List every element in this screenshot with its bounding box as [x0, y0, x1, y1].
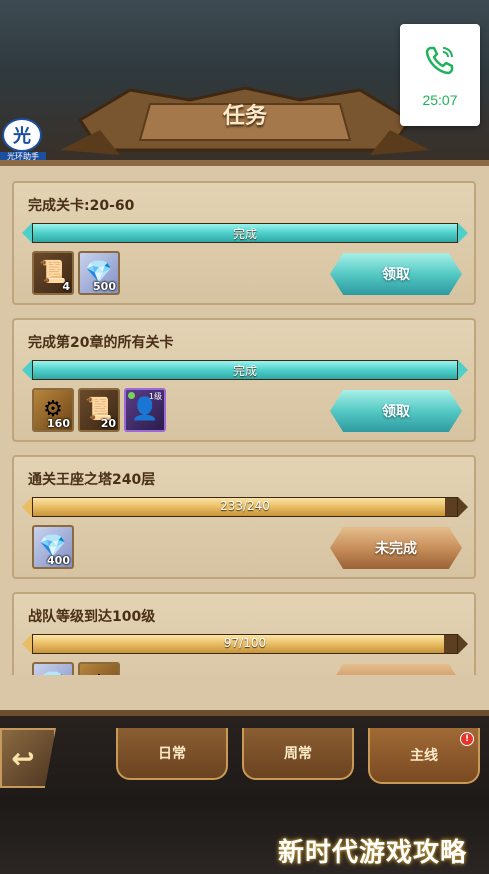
quest-card: 通关王座之塔240层 233/240 💎 400 未完成: [12, 455, 476, 579]
reward-item[interactable]: ⚙: [78, 662, 120, 675]
gear-coin-icon: ⚙: [89, 673, 109, 676]
reward-item[interactable]: 📜 4: [32, 251, 74, 295]
progress-bar: 完成: [22, 223, 468, 243]
reward-list: ⚙ 160 📜 20 1级 👤: [32, 388, 166, 432]
tab-label: 主线: [410, 748, 438, 764]
reward-item[interactable]: 💎: [32, 662, 74, 675]
reward-item[interactable]: 💎 400: [32, 525, 74, 569]
reward-item[interactable]: 💎 500: [78, 251, 120, 295]
quest-title: 战队等级到达100级: [28, 609, 156, 625]
reward-count: 20: [100, 417, 116, 430]
hero-level: 1级: [148, 392, 162, 401]
incomplete-button[interactable]: 未完成: [330, 527, 462, 569]
tab-label: 周常: [284, 746, 312, 762]
claim-button[interactable]: 领取: [330, 253, 462, 295]
page-title: 任务: [222, 104, 267, 129]
hero-faction-dot: [128, 392, 135, 399]
hero-portrait-icon: 👤: [131, 397, 159, 422]
claim-button[interactable]: 领取: [330, 390, 462, 432]
incomplete-button[interactable]: [330, 664, 462, 675]
reward-list: 📜 4 💎 500: [32, 251, 120, 295]
header-banner: 任务: [60, 70, 430, 160]
progress-bar: 97/100: [22, 634, 468, 654]
reward-item[interactable]: ⚙ 160: [32, 388, 74, 432]
tab-weekly[interactable]: 周常: [242, 728, 354, 780]
progress-bar: 完成: [22, 360, 468, 380]
reward-count: 4: [62, 280, 70, 293]
progress-label: 完成: [232, 364, 257, 378]
progress-label: 97/100: [223, 636, 267, 650]
progress-bar: 233/240: [22, 497, 468, 517]
quest-title: 通关王座之塔240层: [28, 472, 156, 488]
reward-count: 500: [93, 280, 116, 293]
reward-item[interactable]: 1级 👤: [124, 388, 166, 432]
watermark-text: 新时代游戏攻略: [278, 838, 468, 868]
reward-list: 💎 ⚙: [32, 662, 120, 675]
call-timer: 25:07: [422, 92, 458, 108]
badge-logo-icon: 光: [2, 118, 42, 152]
tab-label: 日常: [158, 746, 186, 762]
tab-daily[interactable]: 日常: [116, 728, 228, 780]
reward-count: 400: [47, 554, 70, 567]
call-overlay[interactable]: 25:07: [400, 24, 480, 126]
quest-list[interactable]: 完成关卡:20-60 完成 📜 4 💎 500 领取 完成第20章的所有关卡 完…: [0, 165, 489, 675]
progress-label: 完成: [232, 227, 257, 241]
reward-count: 160: [47, 417, 70, 430]
quest-card: 完成第20章的所有关卡 完成 ⚙ 160 📜 20 1级 👤 领取: [12, 318, 476, 442]
reward-list: 💎 400: [32, 525, 74, 569]
tab-main[interactable]: 主线 !: [368, 728, 480, 784]
quest-card: 战队等级到达100级 97/100 💎 ⚙: [12, 592, 476, 675]
progress-label: 233/240: [220, 499, 270, 513]
quest-card: 完成关卡:20-60 完成 📜 4 💎 500 领取: [12, 181, 476, 305]
diamond-icon: 💎: [39, 673, 66, 676]
reward-item[interactable]: 📜 20: [78, 388, 120, 432]
phone-icon: [425, 46, 454, 75]
app-badge[interactable]: 光 光环助手: [0, 118, 46, 162]
back-arrow-icon: ↩: [11, 741, 35, 775]
notification-badge: !: [460, 732, 474, 746]
quest-title: 完成关卡:20-60: [28, 198, 135, 214]
quest-title: 完成第20章的所有关卡: [28, 335, 174, 351]
